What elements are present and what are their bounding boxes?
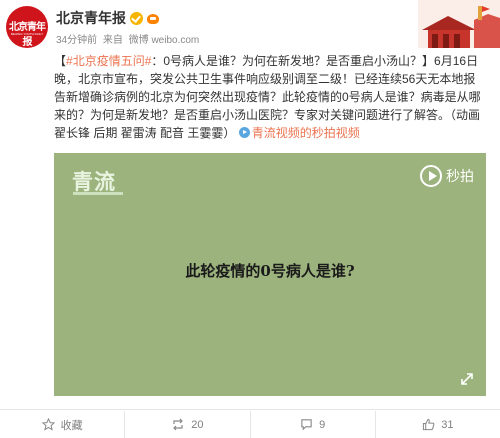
account-name[interactable]: 北京青年报 <box>56 8 126 28</box>
comment-button[interactable]: 9 <box>251 411 376 438</box>
avatar-logo-subtext: BEIJING YOUTH DAILY <box>10 32 44 36</box>
comment-count: 9 <box>319 418 326 431</box>
favorite-label: 收藏 <box>60 419 83 432</box>
video-channel-logo-underline <box>73 192 123 195</box>
video-link-label: 青流视频的秒拍视频 <box>251 126 360 140</box>
vip-crown-icon <box>146 12 160 25</box>
video-player[interactable]: 青流 秒拍 此轮疫情的0号病人是谁? <box>54 153 486 396</box>
star-icon <box>41 418 55 431</box>
like-button[interactable]: 31 <box>376 411 500 438</box>
miaopai-label: 秒拍 <box>446 168 474 184</box>
repost-count: 20 <box>191 418 204 431</box>
miaopai-badge: 秒拍 <box>420 165 474 187</box>
like-count: 31 <box>441 418 454 431</box>
repost-icon <box>173 418 184 431</box>
thumbs-up-icon <box>423 418 435 431</box>
post-source[interactable]: 微博 weibo.com <box>129 35 200 46</box>
favorite-button[interactable]: 收藏 <box>0 411 126 438</box>
fullscreen-icon[interactable] <box>460 372 474 386</box>
account-name-row: 北京青年报 <box>56 8 160 28</box>
action-bar: 收藏 20 9 31 <box>0 409 500 438</box>
header-banner-decoration <box>418 0 500 48</box>
post-meta: 34分钟前 来自 微博 weibo.com <box>56 31 202 46</box>
miaopai-play-icon <box>420 165 442 187</box>
video-link-icon <box>238 127 250 138</box>
comment-icon <box>301 419 312 431</box>
hashtag-link[interactable]: #北京疫情五问# <box>66 54 151 68</box>
source-prefix: 来自 <box>102 35 123 46</box>
post-text: 【#北京疫情五问#：0号病人是谁？为何在新发地？是否重启小汤山？】6月16日晚，… <box>54 52 486 142</box>
verified-icon <box>130 11 143 25</box>
avatar[interactable]: 北京青年报 BEIJING YOUTH DAILY <box>6 6 48 48</box>
post-header: 北京青年报 BEIJING YOUTH DAILY 北京青年报 34分钟前 来自… <box>0 0 500 50</box>
video-link[interactable]: 青流视频的秒拍视频 <box>238 126 360 140</box>
post-bracket-open: 【 <box>54 54 67 68</box>
post-time[interactable]: 34分钟前 <box>56 35 97 46</box>
video-caption: 此轮疫情的0号病人是谁? <box>185 262 355 280</box>
repost-button[interactable]: 20 <box>125 411 251 438</box>
